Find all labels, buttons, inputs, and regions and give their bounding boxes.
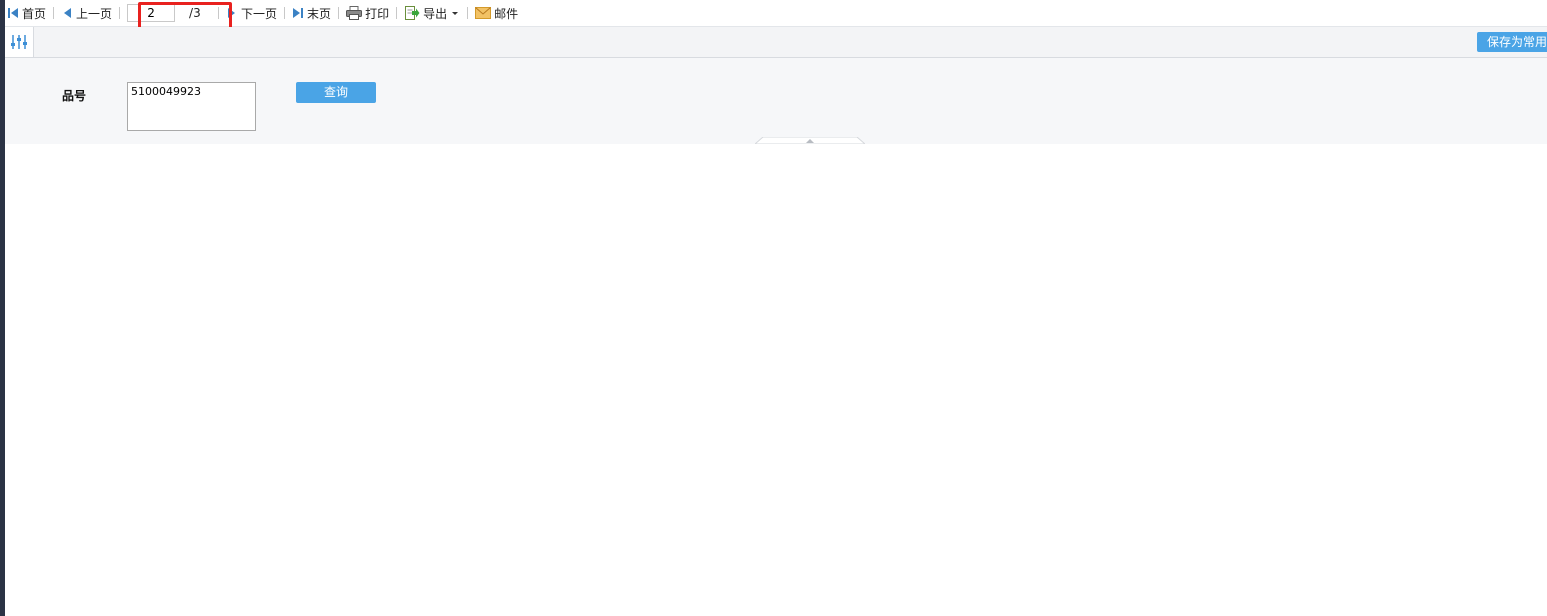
print-button[interactable]: 打印: [344, 0, 391, 26]
mail-label: 邮件: [494, 6, 519, 21]
first-page-button[interactable]: 首页: [5, 0, 48, 26]
prev-page-button[interactable]: 上一页: [59, 0, 114, 26]
parameter-bar: 保存为常用: [5, 27, 1547, 58]
export-icon: [405, 6, 420, 20]
next-page-label: 下一页: [241, 6, 278, 21]
divider: [53, 7, 55, 19]
prev-page-label: 上一页: [76, 6, 113, 21]
last-page-button[interactable]: 末页: [290, 0, 333, 26]
divider: [467, 7, 469, 19]
next-page-button[interactable]: 下一页: [224, 0, 279, 26]
envelope-icon: [475, 7, 492, 19]
next-page-icon: [228, 8, 236, 18]
first-page-icon: [8, 8, 18, 18]
divider: [284, 7, 286, 19]
last-page-icon: [293, 8, 304, 18]
report-content-area: [5, 144, 1547, 616]
report-toolbar: 首页 上一页 /3 下一页 末页 打印: [5, 0, 1547, 27]
page-total: /3: [189, 6, 201, 20]
divider: [218, 7, 220, 19]
export-label: 导出: [423, 6, 448, 21]
page-number-input[interactable]: [127, 4, 176, 22]
parameter-settings-tab[interactable]: [5, 27, 34, 57]
export-button[interactable]: 导出: [402, 0, 462, 26]
page-indicator: /3: [127, 4, 213, 22]
collapse-handle[interactable]: [755, 137, 865, 144]
last-page-label: 末页: [307, 6, 332, 21]
divider: [338, 7, 340, 19]
item-number-input[interactable]: 5100049923: [127, 82, 256, 131]
query-button[interactable]: 查询: [296, 82, 376, 103]
save-as-common-button[interactable]: 保存为常用: [1477, 32, 1547, 52]
divider: [119, 7, 121, 19]
prev-page-icon: [64, 8, 72, 18]
divider: [396, 7, 398, 19]
item-number-label: 品号: [62, 89, 87, 103]
sliders-icon: [11, 35, 27, 49]
print-label: 打印: [365, 6, 390, 21]
printer-icon: [346, 6, 363, 20]
caret-down-icon: [452, 12, 459, 15]
first-page-label: 首页: [22, 6, 47, 21]
mail-button[interactable]: 邮件: [473, 0, 520, 26]
query-form: 品号 5100049923 查询: [5, 58, 1547, 144]
